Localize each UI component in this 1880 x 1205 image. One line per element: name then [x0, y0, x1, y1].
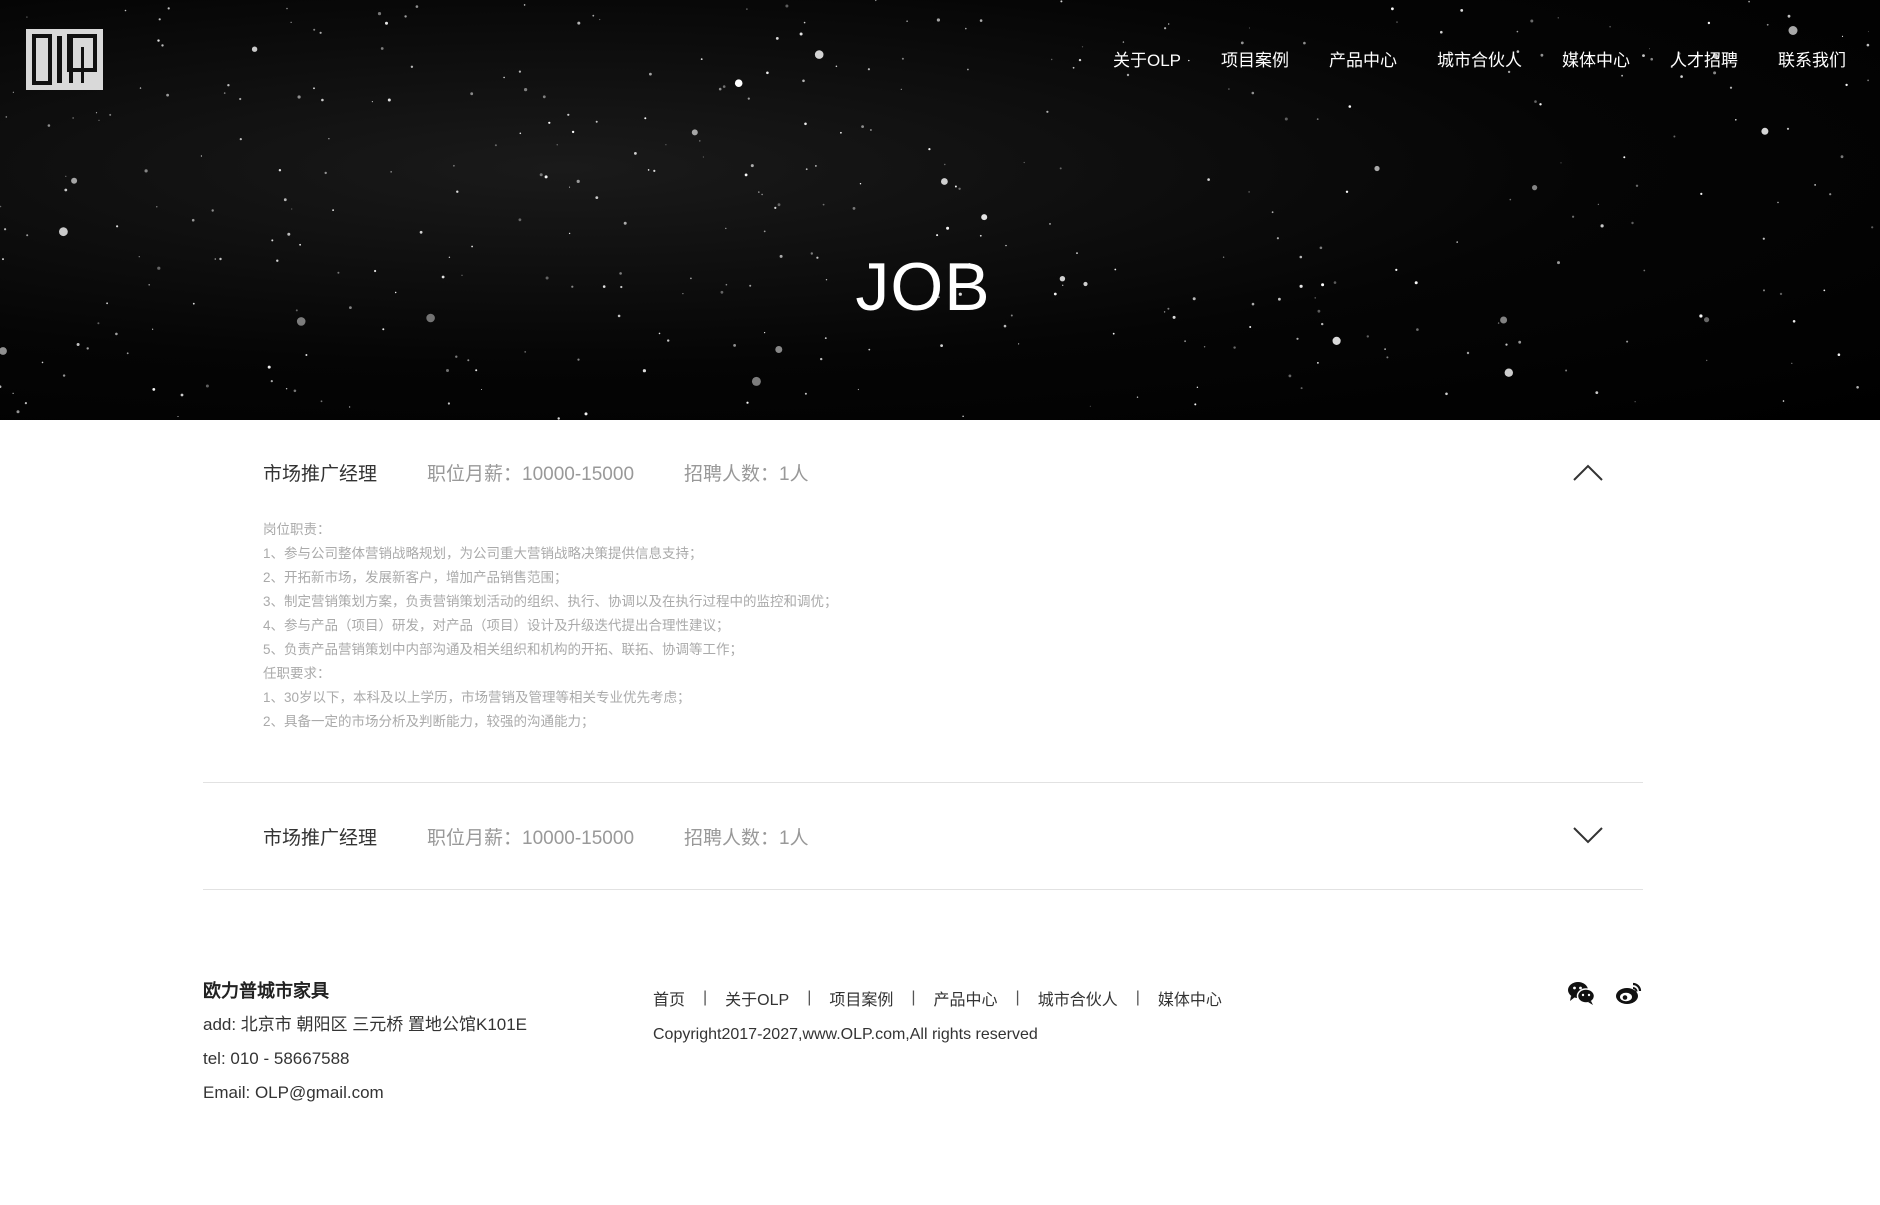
footer-link-products[interactable]: 产品中心: [934, 986, 998, 1010]
job-detail-line: 2、具备一定的市场分析及判断能力，较强的沟通能力；: [263, 714, 595, 729]
company-address: add: 北京市 朝阳区 三元桥 置地公馆K101E: [203, 1015, 528, 1034]
nav-item-contact[interactable]: 联系我们: [1778, 50, 1846, 72]
job-item: 市场推广经理 职位月薪：10000-15000 招聘人数：1人 岗位职责： 1、…: [203, 420, 1643, 783]
link-separator: |: [911, 989, 916, 1006]
footer: 欧力普城市家具 add: 北京市 朝阳区 三元桥 置地公馆K101E tel: …: [203, 980, 1643, 1120]
footer-contact: 欧力普城市家具 add: 北京市 朝阳区 三元桥 置地公馆K101E tel: …: [203, 980, 527, 1104]
nav-item-about[interactable]: 关于OLP: [1113, 50, 1181, 72]
footer-nav: 首页 | 关于OLP | 项目案例 | 产品中心 | 城市合伙人 | 媒体中心 …: [653, 986, 1222, 1044]
job-header[interactable]: 市场推广经理 职位月薪：10000-15000 招聘人数：1人: [203, 783, 1643, 889]
link-separator: |: [1015, 989, 1020, 1006]
job-title: 市场推广经理: [263, 463, 378, 485]
company-email: Email: OLP@gmail.com: [203, 1083, 384, 1102]
job-detail-line: 1、30岁以下，本科及以上学历，市场营销及管理等相关专业优先考虑；: [263, 690, 691, 705]
job-detail-line: 4、参与产品（项目）研发，对产品（项目）设计及升级迭代提出合理性建议；: [263, 618, 730, 633]
page-title: JOB: [855, 249, 991, 325]
nav-item-partners[interactable]: 城市合伙人: [1437, 50, 1522, 72]
footer-link-home[interactable]: 首页: [653, 986, 685, 1010]
company-tel: tel: 010 - 58667588: [203, 1049, 350, 1068]
job-headcount: 招聘人数：1人: [684, 827, 809, 849]
weibo-icon[interactable]: [1615, 980, 1643, 1006]
chevron-up-icon[interactable]: [1573, 464, 1603, 482]
main-nav: 关于OLP 项目案例 产品中心 城市合伙人 媒体中心 人才招聘 联系我们: [1073, 50, 1846, 72]
job-detail-line: 3、制定营销策划方案，负责营销策划活动的组织、执行、协调以及在执行过程中的监控和…: [263, 594, 838, 609]
link-separator: |: [807, 989, 812, 1006]
nav-item-cases[interactable]: 项目案例: [1221, 50, 1289, 72]
job-headcount: 招聘人数：1人: [684, 463, 809, 485]
footer-link-media[interactable]: 媒体中心: [1158, 986, 1222, 1010]
job-detail-line: 1、参与公司整体营销战略规划，为公司重大营销战略决策提供信息支持；: [263, 546, 703, 561]
job-detail-line: 任职要求：: [263, 666, 331, 681]
job-title: 市场推广经理: [263, 827, 378, 849]
link-separator: |: [1135, 989, 1140, 1006]
job-salary: 职位月薪：10000-15000: [427, 463, 635, 485]
olp-logo[interactable]: [26, 29, 103, 90]
link-separator: |: [703, 989, 708, 1006]
job-salary: 职位月薪：10000-15000: [427, 827, 635, 849]
footer-link-about[interactable]: 关于OLP: [725, 986, 789, 1010]
company-name: 欧力普城市家具: [203, 981, 329, 1001]
footer-link-partners[interactable]: 城市合伙人: [1038, 986, 1118, 1010]
job-description: 岗位职责： 1、参与公司整体营销战略规划，为公司重大营销战略决策提供信息支持； …: [203, 518, 1643, 782]
job-list: 市场推广经理 职位月薪：10000-15000 招聘人数：1人 岗位职责： 1、…: [203, 420, 1643, 890]
job-item: 市场推广经理 职位月薪：10000-15000 招聘人数：1人: [203, 783, 1643, 890]
nav-item-recruitment[interactable]: 人才招聘: [1670, 50, 1738, 72]
chevron-down-icon[interactable]: [1573, 826, 1603, 844]
social-links: [1567, 980, 1643, 1006]
copyright: Copyright2017-2027,www.OLP.com,All right…: [653, 1026, 1038, 1043]
wechat-icon[interactable]: [1567, 980, 1596, 1006]
nav-item-products[interactable]: 产品中心: [1329, 50, 1397, 72]
hero-banner: 关于OLP 项目案例 产品中心 城市合伙人 媒体中心 人才招聘 联系我们 JOB: [0, 0, 1880, 420]
job-header[interactable]: 市场推广经理 职位月薪：10000-15000 招聘人数：1人: [203, 420, 1643, 524]
footer-link-cases[interactable]: 项目案例: [829, 986, 893, 1010]
job-detail-line: 2、开拓新市场，发展新客户，增加产品销售范围；: [263, 570, 568, 585]
job-detail-line: 5、负责产品营销策划中内部沟通及相关组织和机构的开拓、联拓、协调等工作；: [263, 642, 744, 657]
nav-item-media[interactable]: 媒体中心: [1562, 50, 1630, 72]
